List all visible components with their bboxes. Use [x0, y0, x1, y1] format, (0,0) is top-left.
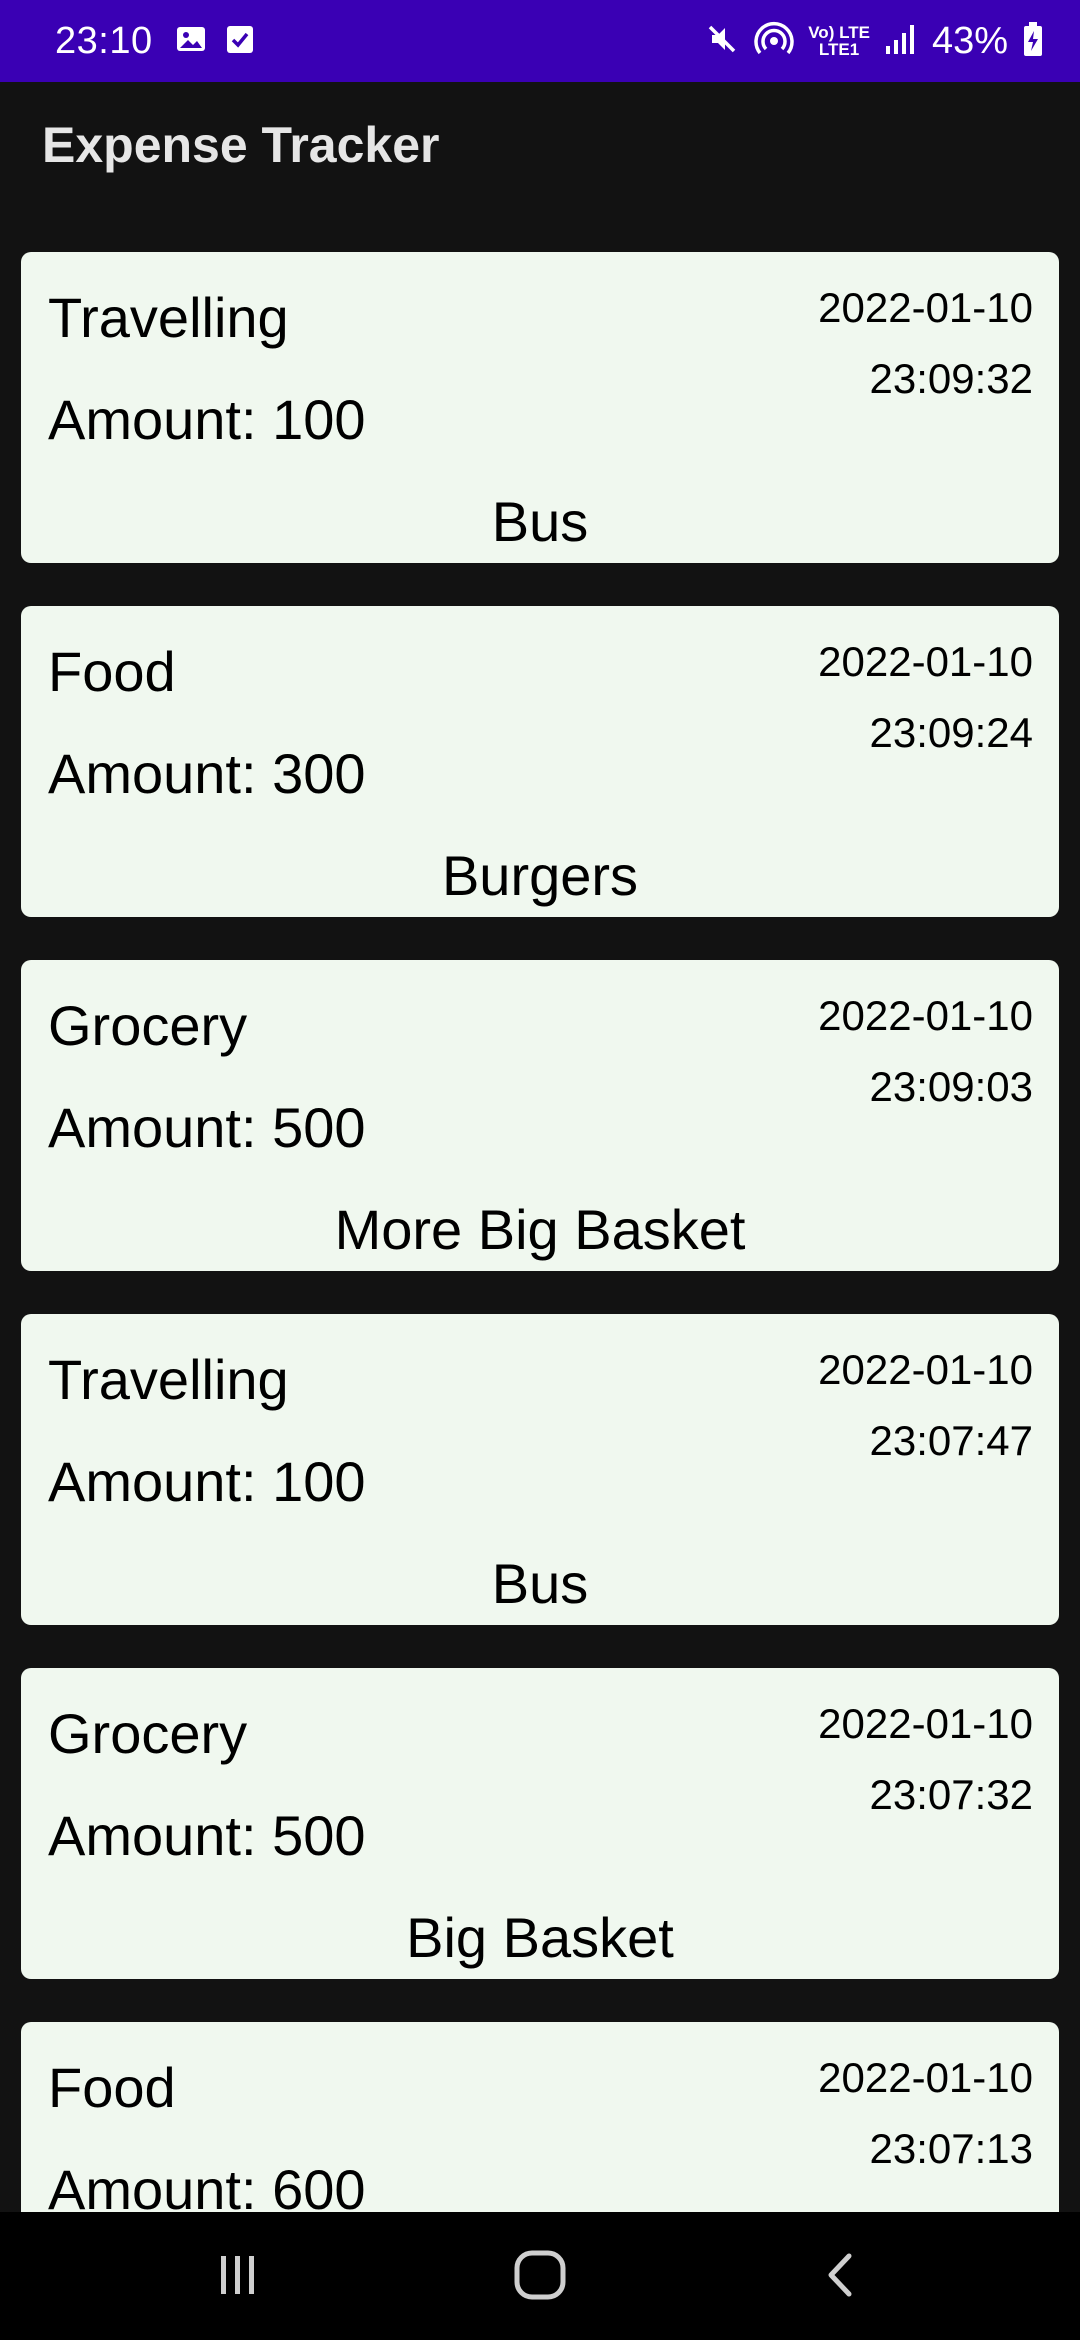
app-bar: Expense Tracker [0, 82, 1080, 232]
check-box-icon [225, 23, 255, 60]
expense-date: 2022-01-10 [818, 284, 1033, 331]
back-icon [817, 2250, 867, 2305]
expense-date: 2022-01-10 [818, 638, 1033, 685]
battery-percent: 43% [931, 19, 1008, 62]
expense-card[interactable]: Grocery Amount: 500 2022-01-10 23:09:03 … [21, 960, 1059, 1271]
status-bar: 23:10 Vo) LTE LTE1 43% [0, 0, 1080, 82]
expense-note: Burgers [441, 844, 639, 907]
expense-note: More Big Basket [334, 1198, 746, 1261]
status-time: 23:10 [55, 19, 153, 62]
battery-charging-icon [1022, 21, 1044, 62]
expense-card[interactable]: Travelling Amount: 100 2022-01-10 23:07:… [21, 1314, 1059, 1625]
home-button[interactable] [500, 2242, 580, 2312]
expense-card[interactable]: Food Amount: 300 2022-01-10 23:09:24 Bur… [21, 606, 1059, 917]
expense-category: Travelling [48, 286, 289, 349]
expense-card[interactable]: Food Amount: 600 2022-01-10 23:07:13 [21, 2022, 1059, 2212]
expense-category: Food [48, 2056, 176, 2119]
expense-amount: Amount: 100 [48, 1450, 366, 1513]
home-icon [512, 2247, 568, 2308]
expense-amount: Amount: 600 [48, 2158, 366, 2213]
app-title: Expense Tracker [42, 117, 440, 173]
expense-amount: Amount: 500 [48, 1804, 366, 1867]
expense-time: 23:07:32 [869, 1771, 1034, 1818]
expense-note: Bus [491, 490, 589, 553]
expense-date: 2022-01-10 [818, 2054, 1033, 2101]
expense-time: 23:07:47 [869, 1417, 1034, 1464]
expense-amount: Amount: 300 [48, 742, 366, 805]
expense-amount: Amount: 500 [48, 1096, 366, 1159]
image-icon [175, 23, 207, 60]
navigation-bar [0, 2212, 1080, 2340]
signal-icon [884, 22, 918, 61]
expense-card[interactable]: Travelling Amount: 100 2022-01-10 23:09:… [21, 252, 1059, 563]
expense-date: 2022-01-10 [818, 1346, 1033, 1393]
expense-time: 23:07:13 [869, 2125, 1034, 2172]
expense-card[interactable]: Grocery Amount: 500 2022-01-10 23:07:32 … [21, 1668, 1059, 1979]
back-button[interactable] [802, 2242, 882, 2312]
volte-icon: Vo) LTE LTE1 [808, 23, 870, 59]
expense-date: 2022-01-10 [818, 992, 1033, 1039]
expense-time: 23:09:03 [869, 1063, 1034, 1110]
expense-list[interactable]: Travelling Amount: 100 2022-01-10 23:09:… [0, 232, 1080, 2212]
hotspot-icon [754, 19, 794, 64]
expense-amount: Amount: 100 [48, 388, 366, 451]
mute-icon [704, 21, 740, 62]
expense-date: 2022-01-10 [818, 1700, 1033, 1747]
expense-category: Travelling [48, 1348, 289, 1411]
expense-note: Big Basket [406, 1906, 674, 1969]
expense-category: Grocery [48, 994, 248, 1057]
expense-time: 23:09:32 [869, 355, 1034, 402]
recent-apps-button[interactable] [198, 2242, 278, 2312]
expense-category: Grocery [48, 1702, 248, 1765]
recent-apps-icon [213, 2250, 263, 2305]
expense-note: Bus [491, 1552, 589, 1615]
expense-time: 23:09:24 [869, 709, 1034, 756]
expense-category: Food [48, 640, 176, 703]
